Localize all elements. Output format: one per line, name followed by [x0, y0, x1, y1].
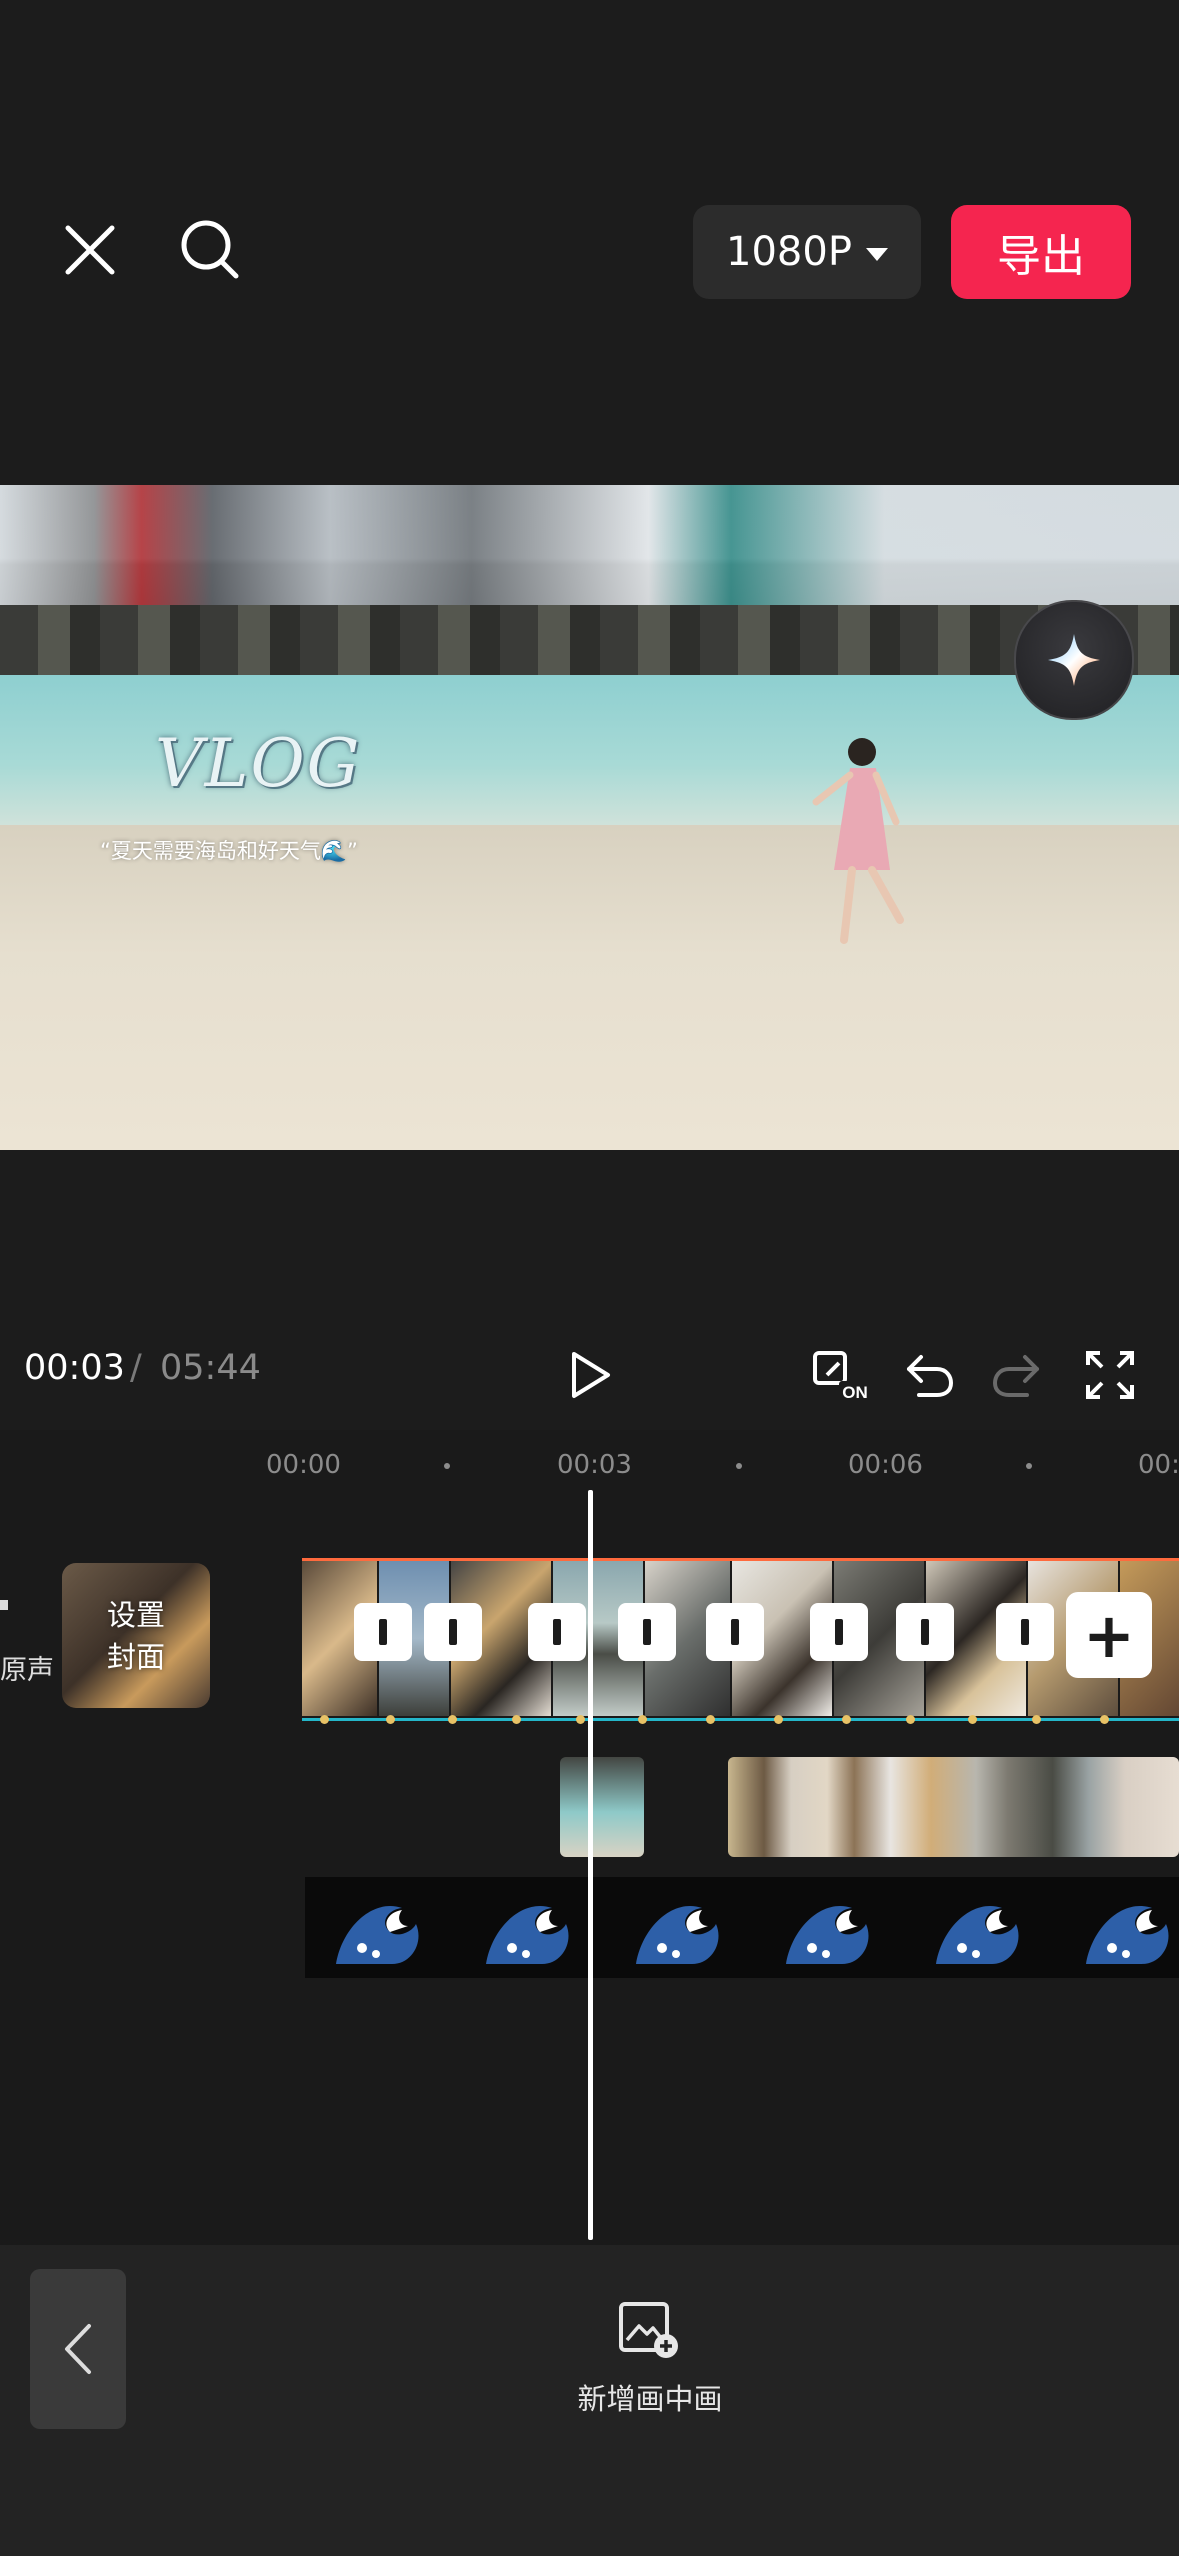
transition-icon	[731, 1619, 739, 1645]
overlay-clip[interactable]	[728, 1757, 1179, 1857]
wave-sticker-icon	[305, 1877, 455, 1978]
preview-buildings	[0, 485, 1179, 615]
preview-rocks	[0, 605, 1179, 675]
transition-button[interactable]	[706, 1603, 764, 1661]
transition-button[interactable]	[618, 1603, 676, 1661]
transition-icon	[643, 1619, 651, 1645]
overlay-clip[interactable]	[560, 1757, 644, 1857]
ruler-tick: 00:03	[557, 1450, 632, 1480]
transition-button[interactable]	[424, 1603, 482, 1661]
wave-sticker-icon	[905, 1877, 1055, 1978]
redo-icon[interactable]	[982, 1340, 1052, 1410]
set-cover-button[interactable]: 设置 封面	[62, 1563, 210, 1708]
wave-sticker-icon	[605, 1877, 755, 1978]
keyframe-badge: ON	[842, 1383, 868, 1402]
keyframe-dot	[512, 1715, 521, 1724]
vlog-subtitle-text: “夏天需要海岛和好天气🌊”	[100, 839, 358, 863]
total-time: 05:44	[160, 1348, 261, 1388]
resolution-label: 1080P	[726, 229, 852, 275]
transition-icon	[379, 1619, 387, 1645]
transition-icon	[835, 1619, 843, 1645]
keyframe-dot	[320, 1715, 329, 1724]
bottom-toolbar: 新增画中画	[0, 2245, 1179, 2556]
sparkle-icon[interactable]	[1014, 600, 1134, 720]
keyframe-dot	[448, 1715, 457, 1724]
add-clip-button[interactable]: +	[1066, 1592, 1152, 1678]
transition-button[interactable]	[354, 1603, 412, 1661]
keyframe-dot	[906, 1715, 915, 1724]
keyframe-on-icon[interactable]: ON	[806, 1340, 876, 1410]
top-bar: 1080P 导出	[0, 0, 1179, 480]
add-pip-button[interactable]: 新增画中画	[560, 2300, 740, 2420]
keyframe-dot	[706, 1715, 715, 1724]
keyframe-dot	[842, 1715, 851, 1724]
wave-sticker-icon	[455, 1877, 605, 1978]
preview-sand	[0, 825, 1179, 1150]
export-button[interactable]: 导出	[951, 205, 1131, 299]
ruler-dot	[736, 1463, 742, 1469]
ruler-tick: 00:0	[1138, 1450, 1179, 1480]
keyframe-dot	[576, 1715, 585, 1724]
cover-label-line1: 设置	[106, 1597, 165, 1632]
transition-button[interactable]	[528, 1603, 586, 1661]
keyframe-dot	[638, 1715, 647, 1724]
wave-sticker-icon	[1055, 1877, 1179, 1978]
add-pip-label: 新增画中画	[577, 2382, 723, 2416]
current-time: 00:03	[24, 1348, 125, 1388]
ruler-dot	[1026, 1463, 1032, 1469]
time-separator: /	[130, 1348, 142, 1388]
add-pip-icon	[619, 2302, 678, 2358]
transition-button[interactable]	[896, 1603, 954, 1661]
original-sound-label[interactable]: 原声	[0, 1648, 54, 1687]
transition-icon	[553, 1619, 561, 1645]
keyframe-dot	[1100, 1715, 1109, 1724]
keyframe-dot	[386, 1715, 395, 1724]
preview-girl-figure	[812, 738, 904, 944]
fullscreen-icon[interactable]	[1075, 1340, 1145, 1410]
sticker-track[interactable]	[305, 1877, 1179, 1978]
transition-icon	[449, 1619, 457, 1645]
ruler-tick: 00:06	[848, 1450, 923, 1480]
wave-sticker-icon	[755, 1877, 905, 1978]
chevron-left-icon[interactable]	[30, 2269, 126, 2429]
transport-bar: 00:03 / 05:44 ON	[0, 1320, 1179, 1420]
search-icon[interactable]	[170, 215, 250, 285]
video-preview[interactable]: VLOG “夏天需要海岛和好天气🌊”	[0, 485, 1179, 1150]
transition-button[interactable]	[810, 1603, 868, 1661]
transition-button[interactable]	[996, 1603, 1054, 1661]
caret-down-icon	[865, 247, 888, 261]
keyframe-dot	[1032, 1715, 1041, 1724]
close-icon[interactable]	[55, 215, 125, 285]
audio-icon[interactable]	[0, 1590, 20, 1620]
playhead[interactable]	[588, 1490, 593, 2240]
play-icon[interactable]	[556, 1340, 626, 1410]
transition-icon	[1021, 1619, 1029, 1645]
transition-icon	[921, 1619, 929, 1645]
ruler-dot	[444, 1463, 450, 1469]
vlog-title-text: VLOG	[155, 725, 362, 802]
main-track-baseline	[302, 1718, 1179, 1721]
cover-label-line2: 封面	[106, 1639, 165, 1674]
resolution-selector[interactable]: 1080P	[693, 205, 921, 299]
keyframe-dot	[774, 1715, 783, 1724]
undo-icon[interactable]	[894, 1340, 964, 1410]
ruler-tick: 00:00	[266, 1450, 341, 1480]
keyframe-dot	[968, 1715, 977, 1724]
